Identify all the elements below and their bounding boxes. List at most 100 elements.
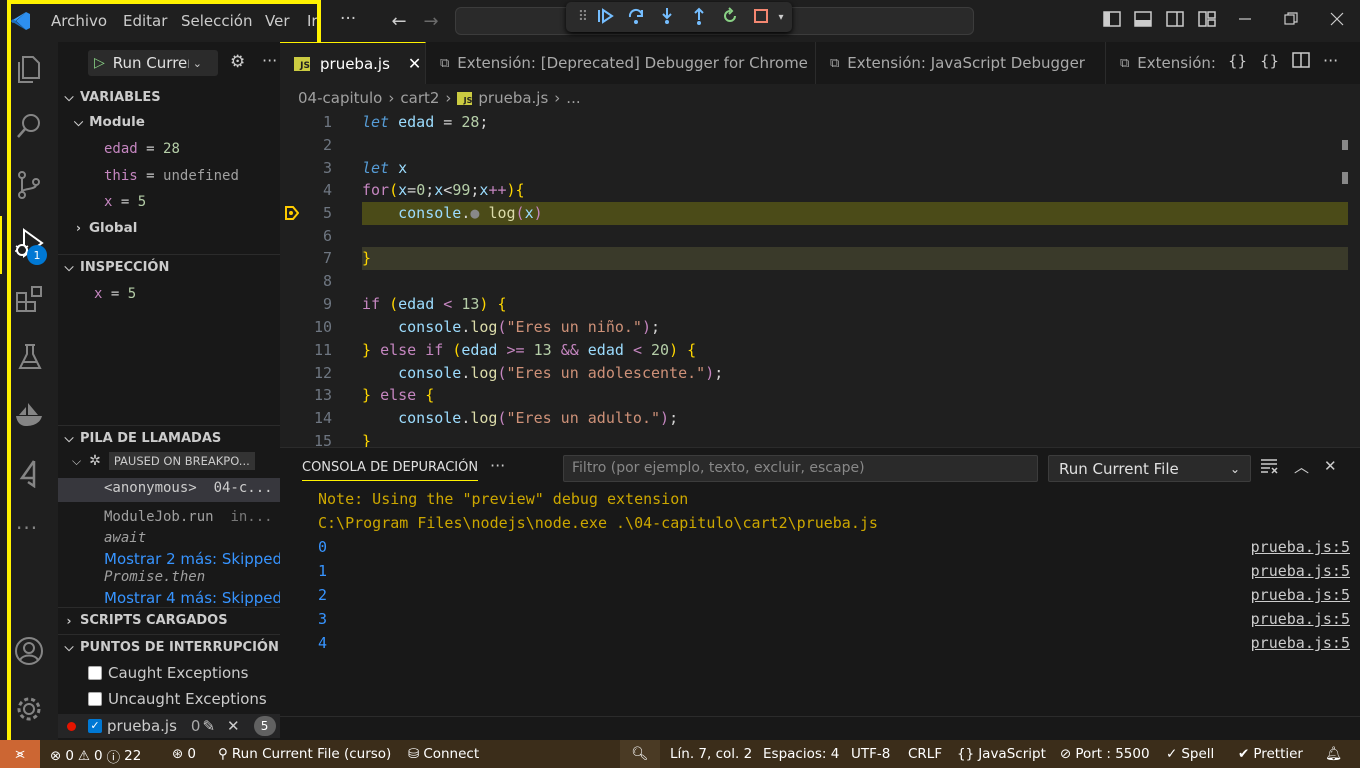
breadcrumb-item[interactable]: ... — [566, 89, 580, 107]
breakpoints-header[interactable]: ⌵ PUNTOS DE INTERRUPCIÓN — [58, 634, 280, 660]
caught-exceptions-row[interactable]: Caught Exceptions — [88, 664, 249, 682]
restore-icon[interactable] — [1280, 8, 1302, 30]
remove-icon[interactable]: ✕ — [227, 717, 240, 735]
edit-pencil-icon[interactable]: ✎ — [202, 717, 215, 735]
split-editor-icon[interactable] — [1292, 52, 1310, 72]
debug-settings-gear-icon[interactable]: ⚙ — [230, 52, 245, 72]
watch-row[interactable]: x = 5 — [94, 286, 136, 302]
prettier-indicator[interactable]: ✔ Prettier — [1238, 746, 1303, 762]
tab-ext-chrome[interactable]: ⧉ Extensión: [Deprecated] Debugger for C… — [426, 42, 816, 84]
account-icon[interactable] — [14, 636, 44, 670]
chevron-down-icon[interactable]: ▾ — [770, 6, 792, 28]
source-control-icon[interactable] — [15, 170, 43, 204]
step-over-icon[interactable] — [625, 5, 647, 27]
checkbox-checked[interactable]: ✓ — [88, 719, 102, 733]
ports-indicator[interactable]: ⊛ 0 — [172, 746, 196, 762]
menu-archivo[interactable]: Archivo — [51, 12, 107, 30]
back-arrow-icon[interactable]: ← — [388, 10, 410, 32]
braces-icon[interactable]: {} — [1228, 52, 1247, 70]
tab-debug-console[interactable]: CONSOLA DE DEPURACIÓN — [302, 460, 479, 481]
callstack-thread[interactable]: ⌵ ✲ PAUSED ON BREAKPO... — [72, 452, 255, 470]
live-server-port[interactable]: ⊘ Port : 5500 — [1060, 746, 1150, 762]
more-actions-icon[interactable]: ··· — [1323, 51, 1338, 70]
language-mode[interactable]: {} JavaScript — [957, 746, 1046, 762]
source-link[interactable]: prueba.js:5 — [1251, 634, 1350, 652]
source-link[interactable]: prueba.js:5 — [1251, 562, 1350, 580]
extensions-icon[interactable] — [15, 284, 45, 318]
continue-icon[interactable] — [594, 5, 616, 27]
close-window-icon[interactable] — [1326, 8, 1348, 30]
testing-flask-icon[interactable] — [16, 342, 44, 376]
remote-explorer-icon[interactable] — [16, 458, 44, 492]
console-filter-input[interactable]: Filtro (por ejemplo, texto, excluir, esc… — [563, 455, 1038, 482]
search-icon[interactable] — [15, 112, 43, 144]
customize-layout-icon[interactable] — [1196, 8, 1218, 30]
source-link[interactable]: prueba.js:5 — [1251, 586, 1350, 604]
variable-row[interactable]: edad = 28 — [104, 141, 180, 157]
maximize-panel-icon[interactable]: ︿ — [1294, 456, 1309, 477]
breakpoint-file-row[interactable]: ✓ prueba.js 0 ✎ ✕ 5 — [58, 714, 280, 738]
toggle-panel-icon[interactable] — [1132, 8, 1154, 30]
code-editor[interactable]: 1 2 3 4 5 6 7 8 9 10 11 12 13 14 15 let … — [280, 110, 1348, 447]
encoding[interactable]: UTF-8 — [851, 746, 890, 762]
breadcrumb-item[interactable]: cart2 — [400, 89, 439, 107]
more-menu-icon[interactable]: ··· — [340, 9, 356, 29]
remote-indicator-icon[interactable]: ⪤ — [0, 740, 40, 768]
docker-icon[interactable] — [14, 400, 44, 432]
indentation[interactable]: Espacios: 4 — [763, 746, 839, 762]
console-config-dropdown[interactable]: Run Current File ⌄ — [1048, 455, 1251, 482]
scripts-header[interactable]: › SCRIPTS CARGADOS — [58, 607, 280, 633]
source-link[interactable]: prueba.js:5 — [1251, 610, 1350, 628]
scope-global[interactable]: › Global — [76, 220, 137, 236]
close-panel-icon[interactable]: ✕ — [1324, 457, 1337, 475]
close-icon[interactable]: ✕ — [408, 54, 421, 73]
checkbox[interactable] — [88, 692, 102, 706]
tab-ext-js-debugger[interactable]: ⧉ Extensión: JavaScript Debugger — [816, 42, 1106, 84]
stack-frame-selected[interactable]: <anonymous> 04-c... — [58, 478, 280, 502]
notifications-bell-icon[interactable]: 🔔︎ — [1325, 746, 1342, 762]
breadcrumb-item[interactable]: 04-capitulo — [298, 89, 382, 107]
spell-indicator[interactable]: ✓ Spell — [1166, 746, 1214, 762]
variables-header[interactable]: ⌵ VARIABLES — [58, 84, 280, 110]
toggle-secondary-sidebar-icon[interactable] — [1164, 8, 1186, 30]
run-launch-indicator[interactable]: ⚲ Run Current File (curso) — [218, 746, 391, 762]
stack-frame[interactable]: ModuleJob.run in... — [104, 509, 273, 525]
connect-indicator[interactable]: ⛁ Connect — [408, 746, 479, 762]
more-views-icon[interactable]: ··· — [16, 516, 38, 540]
zoom-icon[interactable]: 🔍︎ — [620, 740, 660, 768]
variable-row[interactable]: x = 5 — [104, 194, 146, 210]
cursor-position[interactable]: Lín. 7, col. 2 — [670, 746, 752, 762]
run-config-dropdown[interactable]: ▷ Run Current File ⌄ — [88, 50, 218, 76]
show-more-link[interactable]: Mostrar 4 más: Skipped b — [104, 589, 280, 607]
more-actions-icon[interactable]: ··· — [490, 456, 505, 475]
problems-indicator[interactable]: ⊗ 0 ⚠ 0 ⓘ 22 — [50, 746, 141, 766]
menu-editar[interactable]: Editar — [123, 12, 167, 30]
tab-ext-j[interactable]: ⧉ Extensión: J — [1106, 42, 1220, 84]
step-into-icon[interactable] — [656, 5, 678, 27]
checkbox[interactable] — [88, 666, 102, 680]
tab-prueba-js[interactable]: JS prueba.js ✕ — [280, 42, 426, 84]
menu-seleccion[interactable]: Selección — [181, 12, 253, 30]
source-link[interactable]: prueba.js:5 — [1251, 538, 1350, 556]
uncaught-exceptions-row[interactable]: Uncaught Exceptions — [88, 690, 267, 708]
menu-ir[interactable]: Ir — [307, 12, 321, 30]
scope-module[interactable]: ⌵ Module — [74, 114, 145, 130]
end-of-line[interactable]: CRLF — [908, 746, 942, 762]
braces-icon[interactable]: {} — [1260, 52, 1279, 70]
forward-arrow-icon[interactable]: → — [420, 10, 442, 32]
minimize-icon[interactable] — [1234, 8, 1256, 30]
more-actions-icon[interactable]: ··· — [262, 51, 277, 70]
play-icon[interactable]: ▷ — [94, 55, 105, 71]
callstack-header[interactable]: ⌵ PILA DE LLAMADAS — [58, 425, 280, 451]
stop-icon[interactable] — [750, 5, 772, 27]
variable-row[interactable]: this = undefined — [104, 168, 239, 184]
explorer-icon[interactable] — [15, 54, 43, 88]
drag-handle-icon[interactable]: ⠿ — [572, 6, 594, 28]
watch-header[interactable]: ⌵ INSPECCIÓN — [58, 254, 280, 280]
show-more-link[interactable]: Mostrar 2 más: Skipped b — [104, 550, 280, 568]
breadcrumb-item[interactable]: prueba.js — [478, 89, 548, 107]
step-out-icon[interactable] — [688, 5, 710, 27]
settings-gear-icon[interactable] — [14, 694, 44, 728]
clear-console-icon[interactable] — [1260, 458, 1278, 478]
toggle-sidebar-icon[interactable] — [1101, 8, 1123, 30]
